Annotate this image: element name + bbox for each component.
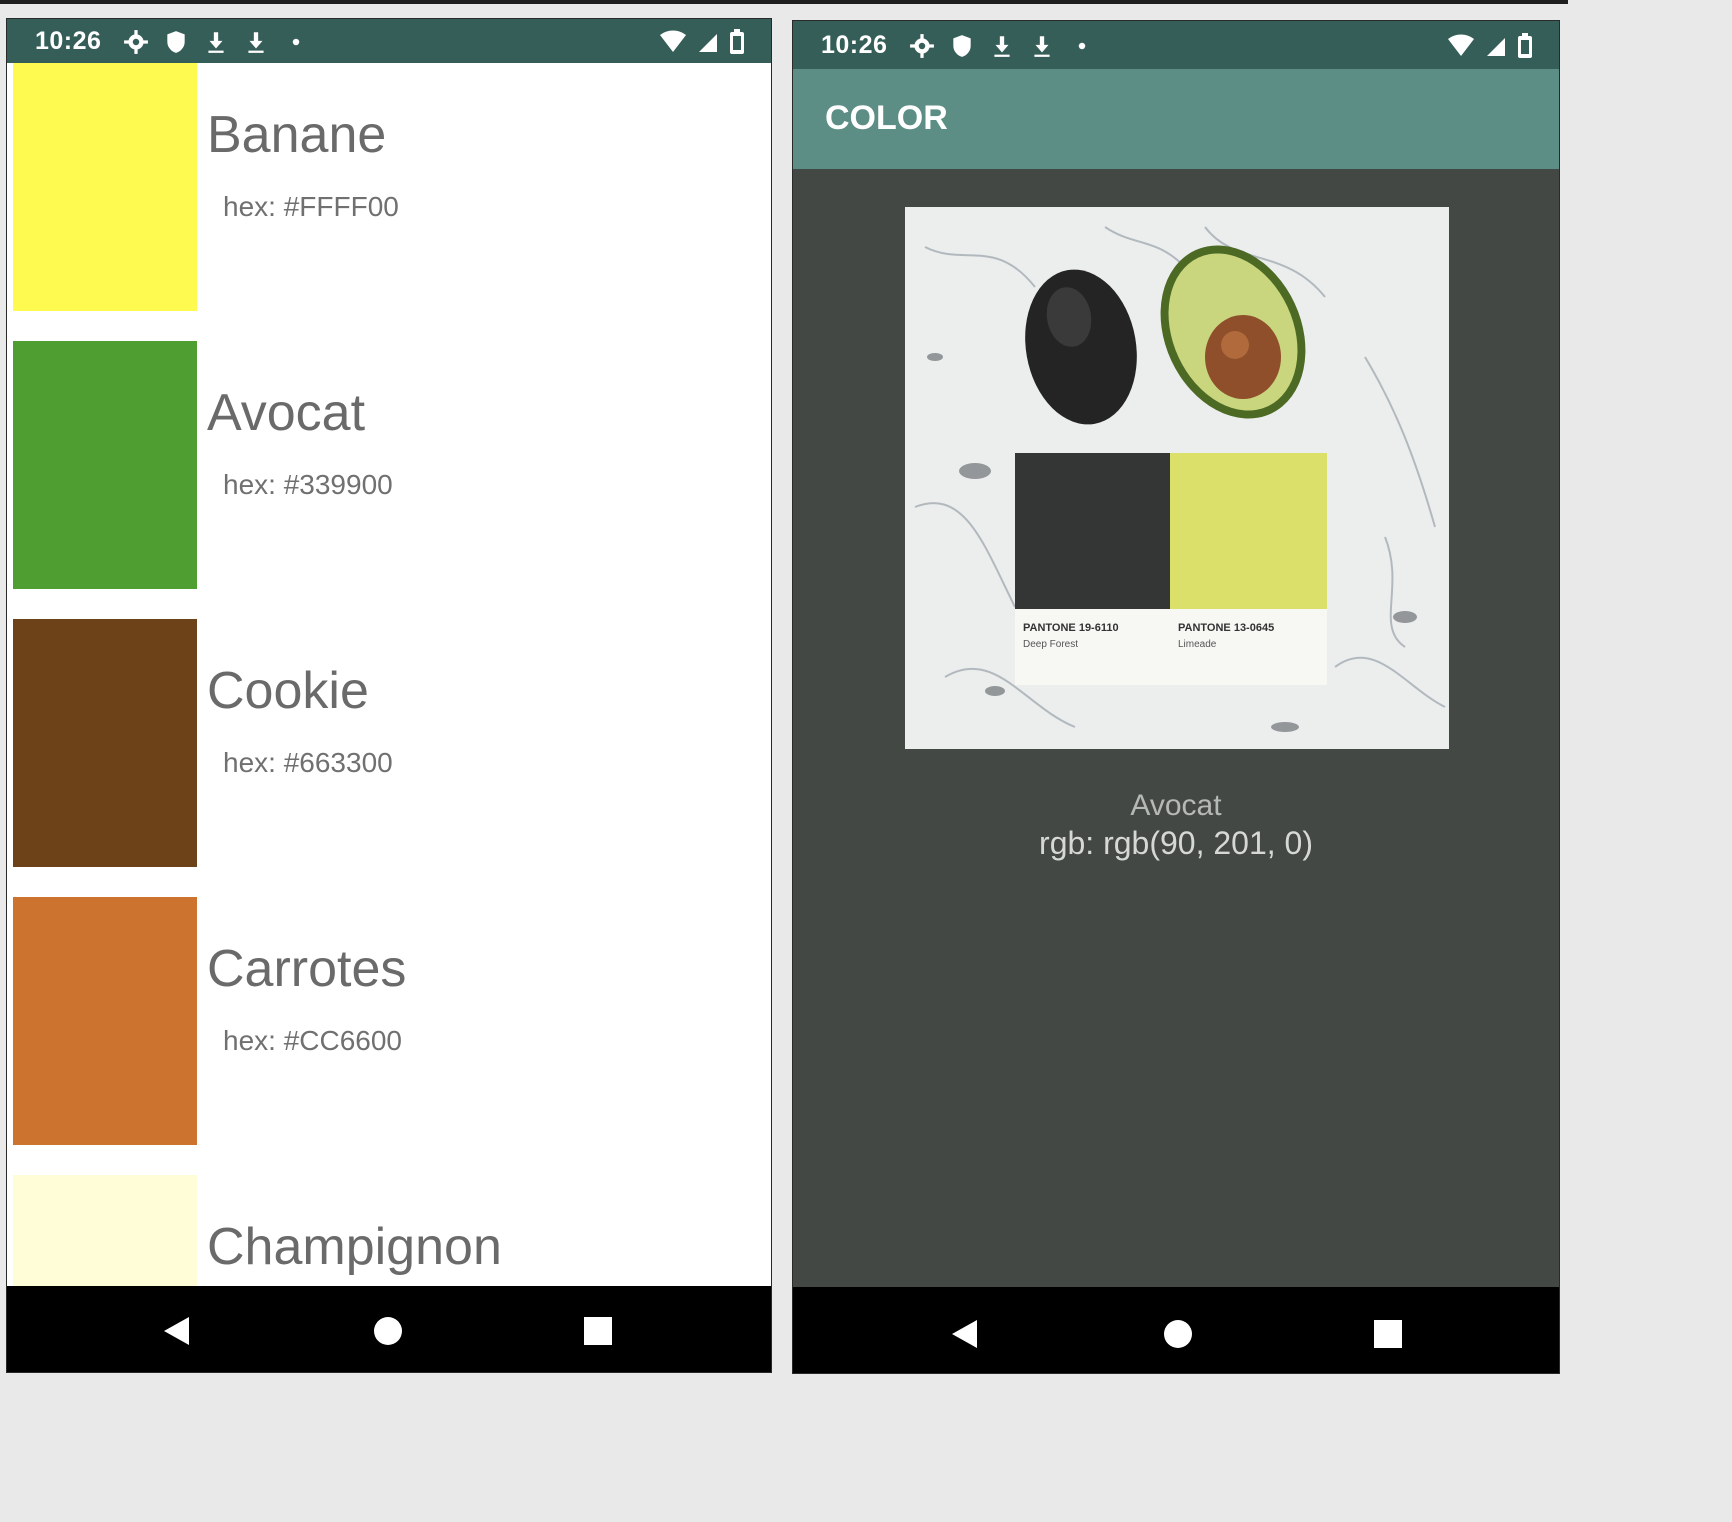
app-title: COLOR bbox=[825, 99, 948, 137]
pantone-left-name: Deep Forest bbox=[1023, 639, 1078, 650]
status-bar: 10:26 bbox=[793, 21, 1559, 69]
signal-icon bbox=[699, 34, 717, 52]
color-name: Banane bbox=[207, 106, 387, 164]
wifi-icon bbox=[1448, 34, 1474, 56]
list-item[interactable]: Carrotes hex: #CC6600 bbox=[7, 897, 771, 1175]
list-screen: 10:26 Banane hex: #FFFF00 Avocat hex: #3… bbox=[6, 18, 772, 1373]
selected-color-name: Avocat bbox=[1130, 789, 1222, 822]
color-name: Champignon bbox=[207, 1218, 502, 1276]
list-item[interactable]: Banane hex: #FFFF00 bbox=[7, 63, 771, 341]
list-item[interactable]: Cookie hex: #663300 bbox=[7, 619, 771, 897]
home-icon[interactable] bbox=[1161, 1317, 1195, 1351]
pantone-right-code: PANTONE 13-0645 bbox=[1178, 622, 1274, 634]
status-bar: 10:26 bbox=[7, 19, 771, 63]
back-icon[interactable] bbox=[947, 1317, 981, 1351]
status-time: 10:26 bbox=[35, 27, 102, 55]
color-swatch bbox=[13, 63, 197, 311]
color-hex: hex: #339900 bbox=[223, 469, 393, 500]
pantone-right-name: Limeade bbox=[1178, 639, 1217, 650]
home-icon[interactable] bbox=[371, 1314, 405, 1348]
color-name: Carrotes bbox=[207, 940, 407, 998]
recents-icon[interactable] bbox=[1371, 1317, 1405, 1351]
wifi-icon bbox=[660, 30, 686, 52]
shield-icon bbox=[167, 31, 185, 53]
navigation-bar bbox=[7, 1286, 771, 1372]
color-name: Avocat bbox=[207, 384, 366, 442]
battery-icon bbox=[730, 29, 744, 54]
battery-icon bbox=[1518, 33, 1532, 58]
settings-icon bbox=[124, 30, 148, 54]
download-icon bbox=[248, 32, 264, 53]
navigation-bar bbox=[793, 1287, 1559, 1373]
detail-screen: 10:26 COLOR PANTONE 19-6110 Deep Forest … bbox=[792, 20, 1560, 1374]
dot-icon bbox=[292, 38, 300, 46]
download-icon bbox=[1034, 36, 1050, 57]
download-icon bbox=[208, 32, 224, 53]
download-icon bbox=[994, 36, 1010, 57]
top-edge bbox=[0, 0, 1568, 4]
pantone-left-code: PANTONE 19-6110 bbox=[1023, 622, 1119, 634]
list-item[interactable]: Avocat hex: #339900 bbox=[7, 341, 771, 619]
selected-color-rgb: rgb: rgb(90, 201, 0) bbox=[1039, 825, 1313, 861]
shield-icon bbox=[953, 35, 971, 57]
color-list[interactable]: Banane hex: #FFFF00 Avocat hex: #339900 … bbox=[7, 63, 771, 1372]
settings-icon bbox=[910, 34, 934, 58]
color-swatch bbox=[13, 619, 197, 867]
status-time: 10:26 bbox=[821, 31, 888, 59]
color-hex: hex: #CC6600 bbox=[223, 1025, 403, 1056]
color-hex: hex: #663300 bbox=[223, 747, 393, 778]
color-swatch bbox=[13, 897, 197, 1145]
dot-icon bbox=[1078, 42, 1086, 50]
back-icon[interactable] bbox=[159, 1314, 193, 1348]
signal-icon bbox=[1487, 38, 1505, 56]
color-hex: hex: #FFFF00 bbox=[223, 191, 399, 222]
color-name: Cookie bbox=[207, 662, 369, 720]
app-bar: COLOR bbox=[793, 69, 1559, 169]
color-swatch bbox=[13, 341, 197, 589]
avocado-photo: PANTONE 19-6110 Deep Forest PANTONE 13-0… bbox=[905, 207, 1449, 749]
recents-icon[interactable] bbox=[581, 1314, 615, 1348]
